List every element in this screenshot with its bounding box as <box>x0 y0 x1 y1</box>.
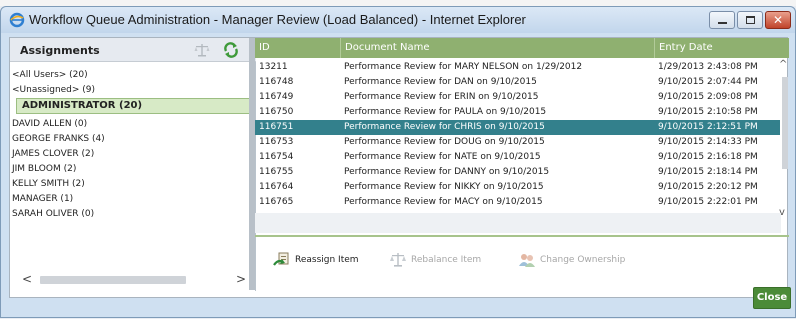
cell-entry-date: 9/10/2015 2:14:33 PM <box>658 137 758 147</box>
table-row[interactable]: 116754 Performance Review for NATE on 9/… <box>255 150 780 165</box>
table-row[interactable]: 116753 Performance Review for DOUG on 9/… <box>255 135 780 150</box>
cell-entry-date: 9/10/2015 2:20:12 PM <box>658 182 758 192</box>
scroll-left-icon[interactable]: < <box>22 272 32 286</box>
user-item-george-franks[interactable]: GEORGE FRANKS (4) <box>10 132 105 146</box>
cell-document-name: Performance Review for DAN on 9/10/2015 <box>344 77 537 87</box>
title-bar: Workflow Queue Administration - Manager … <box>1 7 795 33</box>
grid-header: ID Document Name Entry Date <box>255 38 789 58</box>
column-header-entry-date[interactable]: Entry Date <box>654 38 784 58</box>
cell-id: 13211 <box>259 62 288 72</box>
cell-id: 116748 <box>259 77 294 87</box>
cell-entry-date: 9/10/2015 2:22:01 PM <box>658 197 758 207</box>
cell-id: 116750 <box>259 107 294 117</box>
user-item-administrator[interactable]: ADMINISTRATOR (20) <box>16 98 250 114</box>
user-item-unassigned[interactable]: <Unassigned> (9) <box>10 83 95 97</box>
assignments-panel: Assignments <All Users> (20) <Unassigned… <box>10 38 256 291</box>
table-row[interactable]: 13211 Performance Review for MARY NELSON… <box>255 60 780 75</box>
cell-entry-date: 9/10/2015 2:16:18 PM <box>658 152 758 162</box>
user-item-james-clover[interactable]: JAMES CLOVER (2) <box>10 147 94 161</box>
actions-bar: Reassign Item Rebalance Item Change Owne… <box>255 245 789 275</box>
cell-document-name: Performance Review for NIKKY on 9/10/201… <box>344 182 544 192</box>
dialog-window: Workflow Queue Administration - Manager … <box>0 6 796 318</box>
user-item-jim-bloom[interactable]: JIM BLOOM (2) <box>10 162 76 176</box>
scale-icon[interactable] <box>194 43 210 57</box>
cell-id: 116754 <box>259 152 294 162</box>
cell-document-name: Performance Review for ERIN on 9/10/2015 <box>344 92 539 102</box>
column-header-id[interactable]: ID <box>255 38 340 58</box>
scroll-up-icon[interactable]: ^ <box>779 59 787 70</box>
cell-entry-date: 9/10/2015 2:10:58 PM <box>658 107 758 117</box>
cell-id: 116764 <box>259 182 294 192</box>
cell-entry-date: 9/10/2015 2:09:08 PM <box>658 92 758 102</box>
cell-id: 116755 <box>259 167 294 177</box>
window-title: Workflow Queue Administration - Manager … <box>29 12 526 27</box>
cell-document-name: Performance Review for MACY on 9/10/2015 <box>344 197 543 207</box>
cell-id: 116749 <box>259 92 294 102</box>
documents-grid: ID Document Name Entry Date 13211 Perfor… <box>255 38 789 233</box>
cell-entry-date: 9/10/2015 2:18:14 PM <box>658 167 758 177</box>
cell-entry-date: 1/29/2013 2:43:08 PM <box>658 62 758 72</box>
vertical-scrollbar[interactable]: ^ v <box>779 59 789 231</box>
reassign-icon <box>273 252 289 266</box>
ie-icon <box>9 12 25 28</box>
horizontal-scrollbar[interactable]: < > <box>22 272 247 286</box>
user-item-david-allen[interactable]: DAVID ALLEN (0) <box>10 117 87 131</box>
assignments-header: Assignments <box>10 38 256 62</box>
cell-document-name: Performance Review for DOUG on 9/10/2015 <box>344 137 545 147</box>
cell-document-name: Performance Review for MARY NELSON on 1/… <box>344 62 583 72</box>
table-row[interactable]: 116749 Performance Review for ERIN on 9/… <box>255 90 780 105</box>
user-item-manager[interactable]: MANAGER (1) <box>10 192 73 206</box>
content-panel: Assignments <All Users> (20) <Unassigned… <box>9 37 789 298</box>
window-close-button[interactable]: ✕ <box>765 11 791 29</box>
cell-entry-date: 9/10/2015 2:12:51 PM <box>658 122 758 132</box>
maximize-icon <box>746 16 755 24</box>
scroll-right-icon[interactable]: > <box>236 272 246 286</box>
scrollbar-thumb[interactable] <box>40 276 186 284</box>
user-item-all[interactable]: <All Users> (20) <box>10 68 88 82</box>
user-item-sarah-oliver[interactable]: SARAH OLIVER (0) <box>10 207 94 221</box>
grid-footer <box>255 213 781 233</box>
cell-document-name: Performance Review for CHRIS on 9/10/201… <box>344 122 545 132</box>
cell-id: 116753 <box>259 137 294 147</box>
cell-entry-date: 9/10/2015 2:07:44 PM <box>658 77 758 87</box>
cell-document-name: Performance Review for NATE on 9/10/2015 <box>344 152 541 162</box>
ownership-icon <box>519 254 535 267</box>
close-button[interactable]: Close <box>753 287 791 309</box>
refresh-icon[interactable] <box>223 42 239 58</box>
user-item-kelly-smith[interactable]: KELLY SMITH (2) <box>10 177 85 191</box>
minimize-button[interactable] <box>709 11 735 29</box>
cell-document-name: Performance Review for PAULA on 9/10/201… <box>344 107 547 117</box>
close-icon: ✕ <box>772 13 784 27</box>
maximize-button[interactable] <box>737 11 763 29</box>
scrollbar-thumb[interactable] <box>782 77 788 169</box>
table-row[interactable]: 116765 Performance Review for MACY on 9/… <box>255 195 780 210</box>
assignments-title: Assignments <box>20 44 100 57</box>
table-row-selected[interactable]: 116751 Performance Review for CHRIS on 9… <box>255 120 780 135</box>
rebalance-label: Rebalance Item <box>411 255 482 265</box>
table-row[interactable]: 116755 Performance Review for DANNY on 9… <box>255 165 780 180</box>
ownership-label: Change Ownership <box>540 255 626 265</box>
cell-id: 116751 <box>259 122 294 132</box>
dialog-footer: Close <box>1 287 795 319</box>
rebalance-icon <box>390 253 406 267</box>
table-row[interactable]: 116750 Performance Review for PAULA on 9… <box>255 105 780 120</box>
actions-divider <box>255 235 789 237</box>
table-row[interactable]: 116764 Performance Review for NIKKY on 9… <box>255 180 780 195</box>
cell-id: 116765 <box>259 197 294 207</box>
column-header-document-name[interactable]: Document Name <box>340 38 654 58</box>
cell-document-name: Performance Review for DANNY on 9/10/201… <box>344 167 550 177</box>
table-row[interactable]: 116748 Performance Review for DAN on 9/1… <box>255 75 780 90</box>
minimize-icon <box>718 22 727 24</box>
reassign-label: Reassign Item <box>295 255 359 265</box>
